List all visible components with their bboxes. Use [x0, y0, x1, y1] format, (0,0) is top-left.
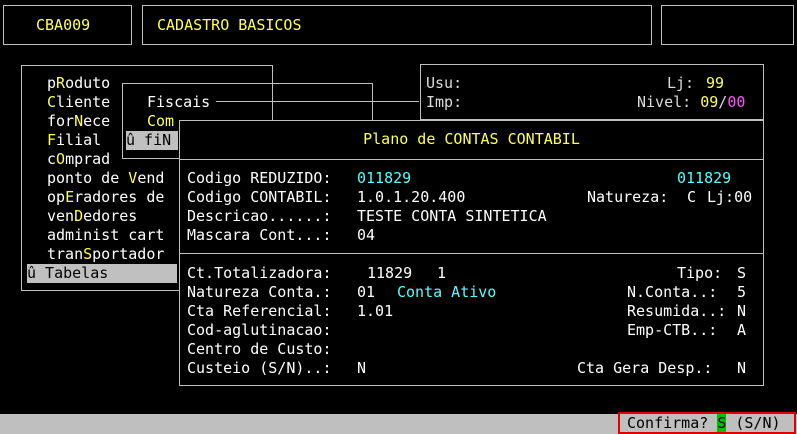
- menu-item-vendedores[interactable]: venDedores: [47, 207, 137, 226]
- confirm-prompt[interactable]: Confirma? S (S/N): [618, 412, 796, 434]
- cta-referencial-label: Cta Referencial:: [187, 302, 332, 320]
- submenu-item-fiscais[interactable]: Fiscais: [147, 93, 210, 112]
- tipo-label: Tipo:: [677, 264, 723, 282]
- codigo-reduzido-label: Codigo REDUZIDO:: [187, 169, 332, 187]
- natureza-label: Natureza:: [587, 188, 669, 206]
- confirm-label: Confirma?: [627, 414, 718, 432]
- resumida-field[interactable]: N: [737, 302, 746, 321]
- lj-label: Lj:: [667, 74, 695, 92]
- custeio-field[interactable]: N: [357, 359, 366, 378]
- imp-label: Imp:: [426, 93, 463, 111]
- menu-item-operadores[interactable]: opEradores de: [47, 188, 164, 207]
- menu-item-filial[interactable]: Filial: [47, 131, 101, 150]
- descricao-label: Descricao......:: [187, 207, 332, 225]
- descricao-field[interactable]: TESTE CONTA SINTETICA: [357, 207, 547, 226]
- menu-item-transportador[interactable]: tranSportador: [47, 245, 164, 264]
- submenu-connector: [216, 101, 419, 102]
- resumida-label: Resumida..:: [627, 302, 727, 320]
- submenu-item-com[interactable]: Com: [147, 112, 174, 131]
- header-code: CBA009: [36, 16, 91, 34]
- submenu-item-fin-selected[interactable]: û fiN: [126, 131, 178, 150]
- header-extra-box: [661, 5, 794, 45]
- codigo-contabil-field[interactable]: 1.0.1.20.400: [357, 188, 465, 207]
- header-title: CADASTRO BASICOS: [157, 16, 302, 34]
- menu-item-cliente[interactable]: Cliente: [47, 93, 110, 112]
- menu-item-ponto-de-venda[interactable]: ponto de Vend: [47, 169, 164, 188]
- nivel-line: Nivel: 09/00: [637, 93, 746, 111]
- codigo-reduzido-field[interactable]: 011829: [357, 169, 411, 188]
- natureza-lj: Lj:00: [707, 188, 753, 206]
- cta-referencial-field[interactable]: 1.01: [357, 302, 393, 321]
- cta-gera-desp-label: Cta Gera Desp.:: [577, 359, 713, 377]
- cta-gera-desp-field[interactable]: N: [737, 359, 746, 378]
- menu-item-tabelas-selected[interactable]: û Tabelas: [27, 264, 177, 283]
- natureza-conta-code[interactable]: 01: [357, 283, 375, 302]
- codigo-reduzido-right: 011829: [677, 169, 732, 187]
- cod-aglutinacao-label: Cod-aglutinacao:: [187, 321, 332, 339]
- ct-totalizadora-label: Ct.Totalizadora:: [187, 264, 332, 282]
- usu-label: Usu:: [426, 74, 463, 92]
- n-conta-field[interactable]: 5: [737, 283, 746, 302]
- ct-totalizadora-field[interactable]: 11829: [367, 264, 412, 283]
- n-conta-label: N.Conta..:: [627, 283, 718, 301]
- dialog-title: Plano de CONTAS CONTABIL: [363, 130, 580, 148]
- tipo-field[interactable]: S: [737, 264, 746, 283]
- natureza-conta-label: Natureza Conta.:: [187, 283, 332, 301]
- dialog-divider-2: [180, 253, 763, 254]
- emp-ctb-field[interactable]: A: [737, 321, 746, 340]
- emp-ctb-label: Emp-CTB..:: [627, 321, 718, 339]
- menu-item-comprad[interactable]: cOmprad: [47, 150, 110, 169]
- codigo-contabil-label: Codigo CONTABIL:: [187, 188, 332, 206]
- mascara-field[interactable]: 04: [357, 226, 375, 245]
- ct-totalizadora-level: 1: [437, 264, 447, 282]
- dialog-divider-1: [180, 159, 763, 160]
- menu-item-fornece[interactable]: forNece: [47, 112, 110, 131]
- custeio-label: Custeio (S/N)..:: [187, 359, 332, 377]
- confirm-options: (S/N): [726, 414, 781, 432]
- centro-custo-label: Centro de Custo:: [187, 340, 332, 358]
- natureza-conta-desc: Conta Ativo: [397, 283, 497, 301]
- confirm-answer-input[interactable]: S: [717, 414, 727, 432]
- natureza-field[interactable]: C: [687, 188, 696, 207]
- menu-item-administ-cart[interactable]: administ cart: [47, 226, 164, 245]
- menu-item-produto[interactable]: pRoduto: [47, 74, 110, 93]
- mascara-label: Mascara Cont...:: [187, 226, 332, 244]
- lj-value: 99: [706, 74, 725, 92]
